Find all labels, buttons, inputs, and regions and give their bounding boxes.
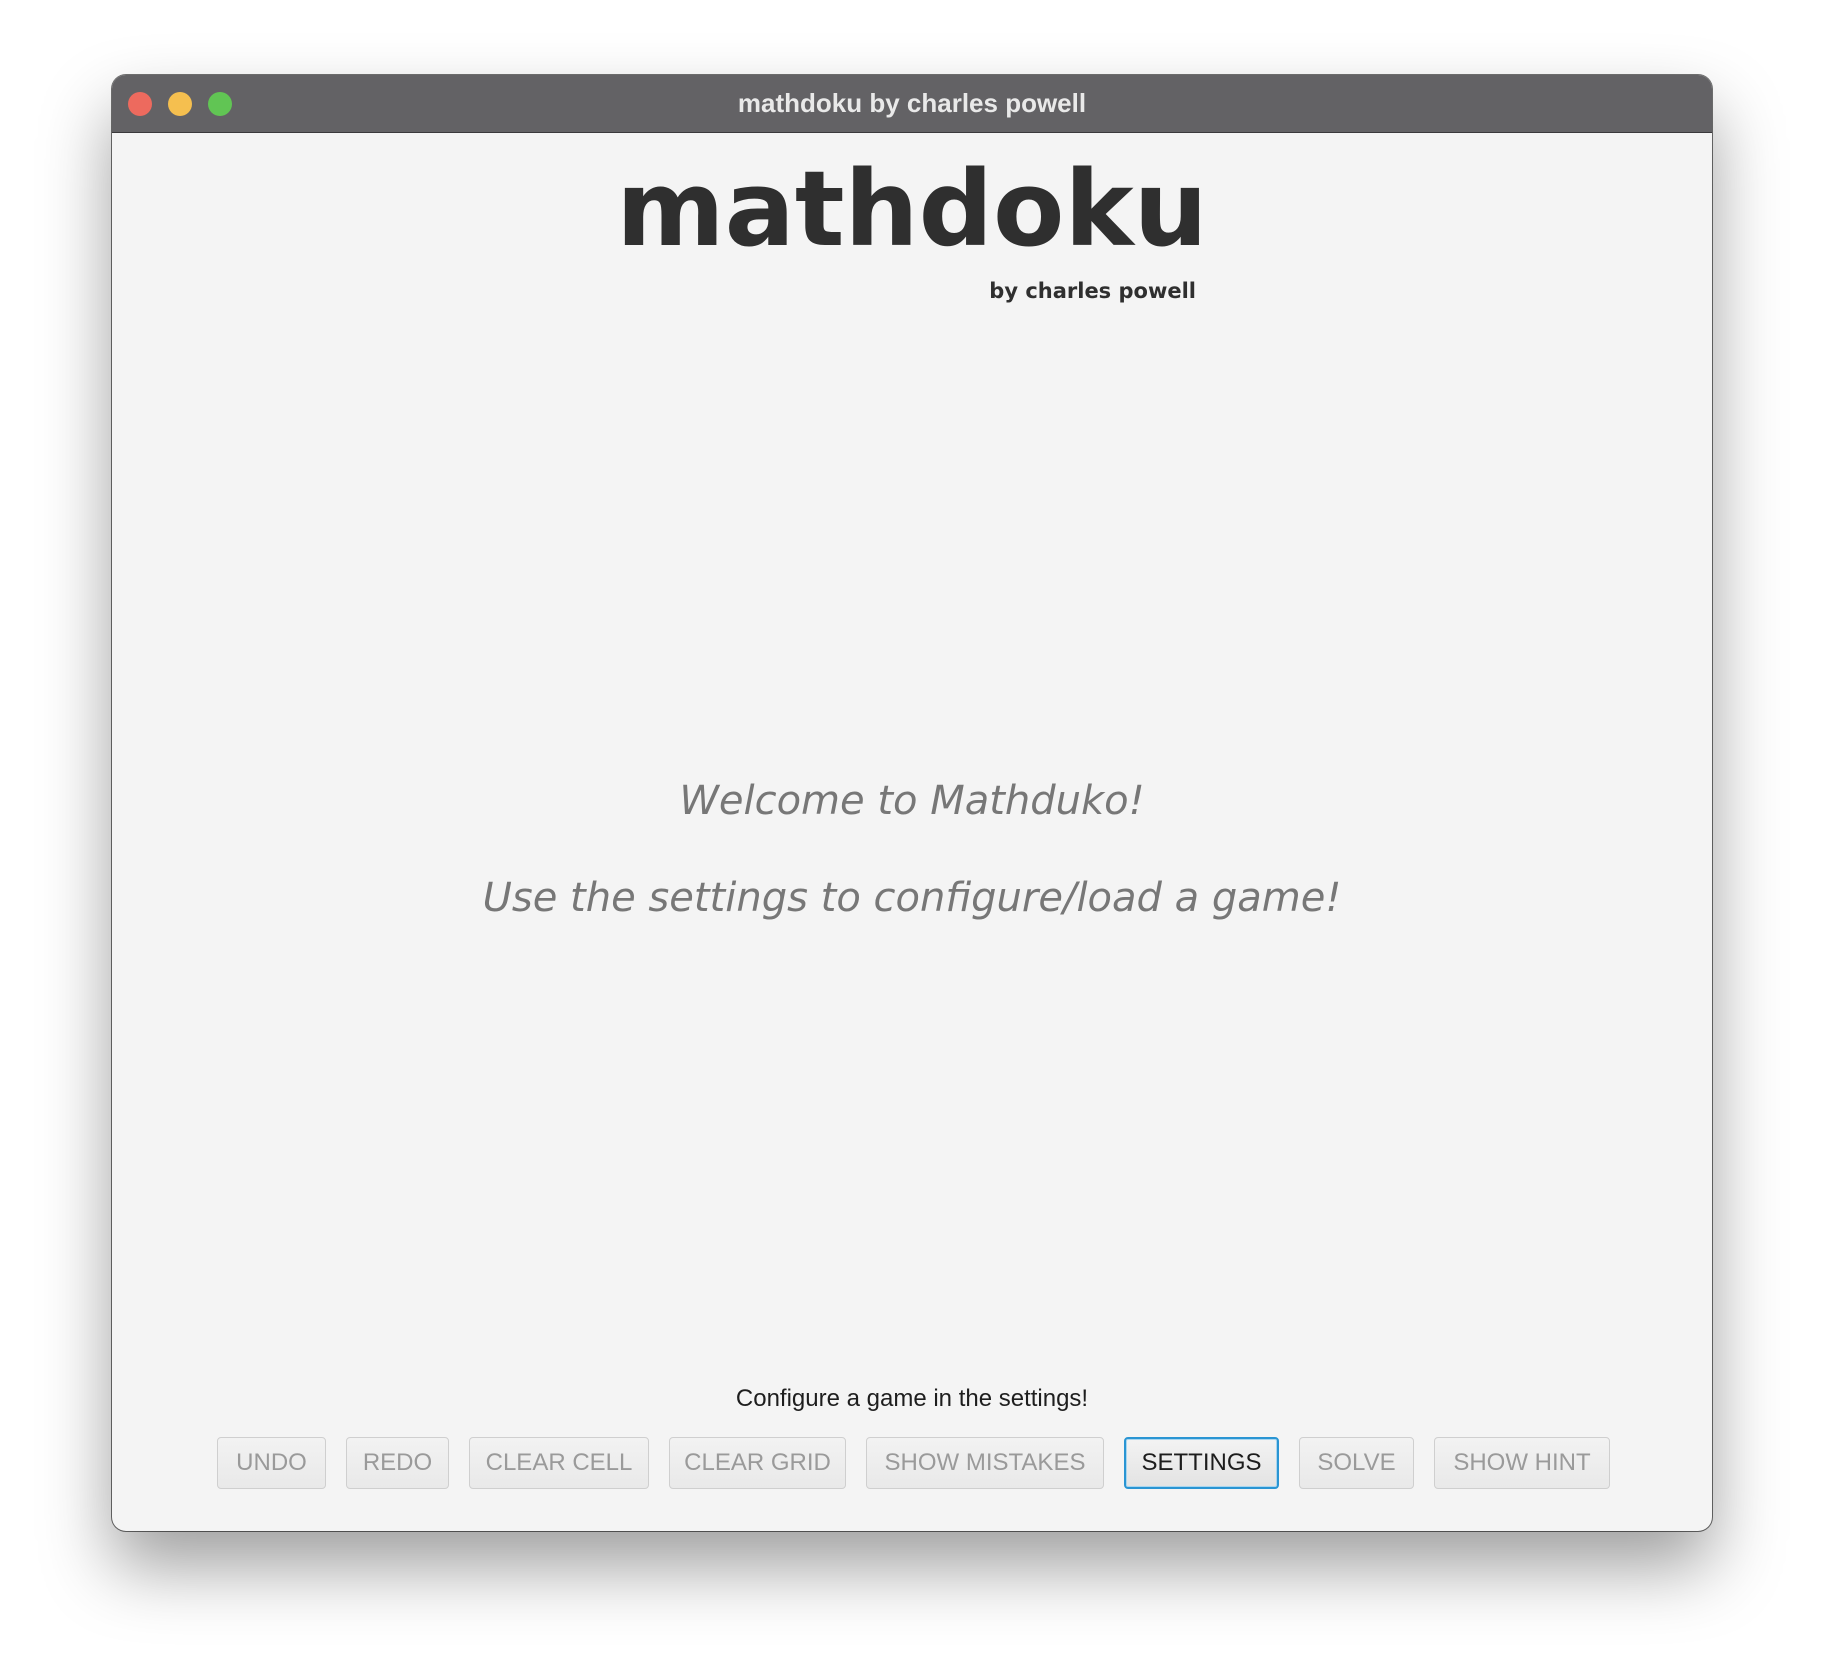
instruction-message: Use the settings to configure/load a gam… bbox=[482, 875, 1342, 921]
show-mistakes-button[interactable]: SHOW MISTAKES bbox=[866, 1437, 1104, 1489]
app-window: mathdoku by charles powell mathdoku by c… bbox=[112, 75, 1712, 1531]
undo-button[interactable]: UNDO bbox=[217, 1437, 326, 1489]
window-title: mathdoku by charles powell bbox=[737, 88, 1087, 118]
action-toolbar: UNDO REDO CLEAR CELL CLEAR GRID SHOW MIS… bbox=[112, 1437, 1712, 1491]
settings-button[interactable]: SETTINGS bbox=[1124, 1437, 1279, 1489]
show-hint-button[interactable]: SHOW HINT bbox=[1434, 1437, 1610, 1489]
app-title: mathdoku bbox=[616, 148, 1208, 270]
welcome-message: Welcome to Mathduko! bbox=[679, 778, 1145, 824]
main-content: mathdoku by charles powell Welcome to Ma… bbox=[112, 133, 1712, 1531]
title-bar[interactable]: mathdoku by charles powell bbox=[112, 75, 1712, 133]
clear-cell-button[interactable]: CLEAR CELL bbox=[469, 1437, 649, 1489]
app-byline: by charles powell bbox=[989, 279, 1196, 303]
clear-grid-button[interactable]: CLEAR GRID bbox=[669, 1437, 846, 1489]
status-message: Configure a game in the settings! bbox=[735, 1385, 1089, 1412]
solve-button[interactable]: SOLVE bbox=[1299, 1437, 1414, 1489]
redo-button[interactable]: REDO bbox=[346, 1437, 449, 1489]
